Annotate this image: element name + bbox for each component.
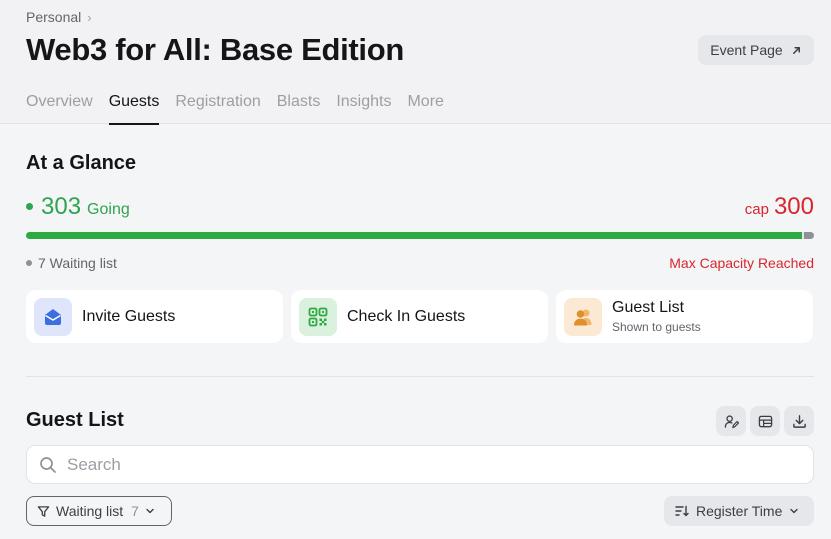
search-icon	[40, 456, 56, 473]
user-edit-icon	[724, 414, 739, 428]
guest-list-card[interactable]: Guest List Shown to guests	[556, 290, 813, 343]
cap-value: 300	[773, 193, 814, 220]
page-title: Web3 for All: Base Edition	[26, 32, 405, 67]
capacity-bar-fill	[26, 232, 803, 239]
capacity-stat: cap 300	[745, 193, 814, 221]
table-icon	[758, 415, 772, 427]
sort-label: Register Time	[696, 503, 783, 519]
tab-insights[interactable]: Insights	[336, 92, 391, 124]
going-dot	[26, 203, 33, 210]
breadcrumb-personal[interactable]: Personal	[26, 9, 81, 25]
waiting-list-filter[interactable]: Waiting list 7	[26, 496, 172, 526]
filter-count: 7	[131, 503, 139, 519]
download-icon	[792, 414, 806, 428]
tab-blasts[interactable]: Blasts	[277, 92, 321, 124]
table-view-button[interactable]	[750, 406, 780, 436]
invite-envelope-icon	[34, 297, 72, 336]
event-page-button[interactable]: Event Page	[698, 35, 814, 65]
tab-registration[interactable]: Registration	[175, 92, 260, 124]
edit-guests-button[interactable]	[716, 406, 746, 436]
waiting-list-stat: 7 Waiting list	[26, 255, 117, 271]
chevron-right-icon: ›	[87, 9, 92, 25]
at-a-glance-title: At a Glance	[26, 152, 137, 174]
guest-list-card-label: Guest List	[612, 299, 685, 316]
chevron-down-icon	[790, 508, 799, 514]
people-icon	[564, 297, 602, 336]
search-input[interactable]	[67, 454, 767, 475]
section-divider	[26, 376, 814, 377]
tab-more[interactable]: More	[407, 92, 443, 124]
event-page-label: Event Page	[710, 42, 783, 58]
waiting-text: 7 Waiting list	[38, 255, 117, 271]
waiting-dot	[26, 260, 32, 266]
check-in-guests-card[interactable]: Check In Guests	[291, 290, 548, 343]
capacity-status: Max Capacity Reached	[669, 255, 814, 271]
capacity-bar	[26, 232, 814, 239]
sort-icon	[675, 505, 689, 517]
cap-label: cap	[744, 201, 769, 218]
filter-label: Waiting list	[56, 503, 124, 519]
going-count: 303	[41, 193, 82, 220]
breadcrumb[interactable]: Personal ›	[26, 9, 92, 25]
going-label: Going	[87, 201, 130, 218]
capacity-bar-overflow	[804, 232, 814, 239]
invite-guests-card[interactable]: Invite Guests	[26, 290, 283, 343]
download-button[interactable]	[784, 406, 814, 436]
qr-code-icon	[299, 297, 337, 336]
guest-list-title: Guest List	[26, 409, 124, 431]
page-header: Personal › Web3 for All: Base Edition Ev…	[0, 0, 831, 125]
check-in-guests-label: Check In Guests	[347, 307, 466, 325]
chevron-down-icon	[146, 508, 154, 514]
sort-dropdown[interactable]: Register Time	[664, 496, 814, 526]
going-stat: 303 Going	[26, 193, 130, 221]
guest-list-card-sub: Shown to guests	[612, 320, 701, 334]
tab-guests[interactable]: Guests	[108, 92, 159, 125]
tab-overview[interactable]: Overview	[26, 92, 93, 124]
invite-guests-label: Invite Guests	[82, 307, 176, 325]
filter-icon	[37, 505, 50, 517]
arrow-up-right-icon	[792, 46, 800, 54]
guest-search-box[interactable]	[26, 445, 814, 484]
tab-bar: Overview Guests Registration Blasts Insi…	[26, 92, 444, 125]
